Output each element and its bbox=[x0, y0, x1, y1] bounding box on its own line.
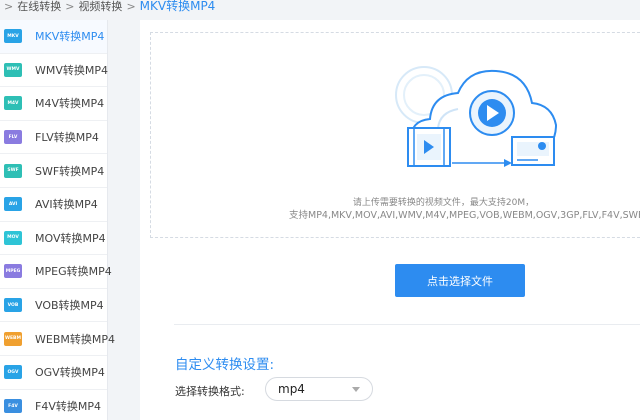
sidebar-item-flv[interactable]: FLV FLV转换MP4 bbox=[0, 121, 107, 155]
breadcrumb-sep: > bbox=[126, 0, 136, 13]
mkv-file-icon: MKV bbox=[4, 29, 22, 44]
format-select[interactable]: mp4 bbox=[265, 377, 373, 401]
vob-file-icon: VOB bbox=[4, 298, 22, 313]
sidebar-item-mkv[interactable]: MKV MKV转换MP4 bbox=[0, 20, 107, 54]
breadcrumb-video-convert[interactable]: 视频转换 bbox=[78, 0, 122, 13]
sidebar-item-ogv[interactable]: OGV OGV转换MP4 bbox=[0, 356, 107, 390]
sidebar-item-label: M4V转换MP4 bbox=[35, 97, 105, 111]
sidebar: MKV MKV转换MP4 WMV WMV转换MP4 M4V M4V转换MP4 FLV FLV转… bbox=[0, 20, 115, 420]
main-panel: 请上传需要转换的视频文件，最大支持20M， 支持MP4,MKV,MOV,AVI,… bbox=[140, 20, 640, 420]
avi-file-icon: AVI bbox=[4, 197, 22, 212]
sidebar-item-label: WMV转换MP4 bbox=[35, 63, 109, 77]
sidebar-item-mpeg[interactable]: MPEG MPEG转换MP4 bbox=[0, 255, 112, 289]
breadcrumb-sep: > bbox=[65, 0, 75, 13]
sidebar-item-mov[interactable]: MOV MOV转换MP4 bbox=[0, 222, 107, 256]
cloud-video-illustration-icon bbox=[395, 66, 558, 167]
format-select-value: mp4 bbox=[278, 382, 305, 396]
sidebar-item-f4v[interactable]: F4V F4V转换MP4 bbox=[0, 390, 107, 420]
sidebar-item-label: MOV转换MP4 bbox=[35, 231, 106, 245]
sidebar-item-label: WEBM转换MP4 bbox=[35, 332, 115, 346]
ogv-file-icon: OGV bbox=[4, 365, 22, 380]
sidebar-item-label: F4V转换MP4 bbox=[35, 400, 101, 414]
sidebar-item-webm[interactable]: WEBM WEBM转换MP4 bbox=[0, 322, 115, 356]
m4v-file-icon: M4V bbox=[4, 96, 22, 111]
sidebar-item-m4v[interactable]: M4V M4V转换MP4 bbox=[0, 87, 107, 121]
sidebar-item-wmv[interactable]: WMV WMV转换MP4 bbox=[0, 54, 109, 88]
sidebar-item-label: AVI转换MP4 bbox=[35, 198, 98, 212]
breadcrumb-current: MKV转换MP4 bbox=[139, 0, 216, 13]
chevron-down-icon bbox=[352, 387, 360, 392]
sidebar-item-label: VOB转换MP4 bbox=[35, 299, 104, 313]
sidebar-item-swf[interactable]: SWF SWF转换MP4 bbox=[0, 154, 107, 188]
f4v-file-icon: F4V bbox=[4, 399, 22, 414]
swf-file-icon: SWF bbox=[4, 163, 22, 178]
sidebar-item-label: MKV转换MP4 bbox=[35, 30, 105, 44]
sidebar-item-vob[interactable]: VOB VOB转换MP4 bbox=[0, 289, 107, 323]
custom-settings-title: 自定义转换设置: bbox=[175, 357, 275, 373]
breadcrumb-online-convert[interactable]: 在线转换 bbox=[17, 0, 61, 13]
select-file-button[interactable]: 点击选择文件 bbox=[395, 264, 525, 297]
wmv-file-icon: WMV bbox=[4, 62, 22, 77]
divider bbox=[174, 324, 640, 325]
webm-file-icon: WEBM bbox=[4, 331, 22, 346]
mpeg-file-icon: MPEG bbox=[4, 264, 22, 279]
breadcrumb-sep: > bbox=[4, 0, 14, 13]
sidebar-item-label: MPEG转换MP4 bbox=[35, 265, 112, 279]
upload-dropzone[interactable]: 请上传需要转换的视频文件，最大支持20M， 支持MP4,MKV,MOV,AVI,… bbox=[150, 32, 640, 238]
sidebar-item-avi[interactable]: AVI AVI转换MP4 bbox=[0, 188, 107, 222]
mov-file-icon: MOV bbox=[4, 230, 22, 245]
breadcrumb: > 在线转换 > 视频转换 > MKV转换MP4 bbox=[0, 0, 640, 14]
sidebar-item-label: SWF转换MP4 bbox=[35, 164, 105, 178]
sidebar-item-label: FLV转换MP4 bbox=[35, 131, 99, 145]
sidebar-item-label: OGV转换MP4 bbox=[35, 366, 105, 380]
format-label: 选择转换格式: bbox=[175, 385, 245, 398]
flv-file-icon: FLV bbox=[4, 130, 22, 145]
upload-hint-formats: 支持MP4,MKV,MOV,AVI,WMV,M4V,MPEG,VOB,WEBM,… bbox=[289, 210, 640, 221]
